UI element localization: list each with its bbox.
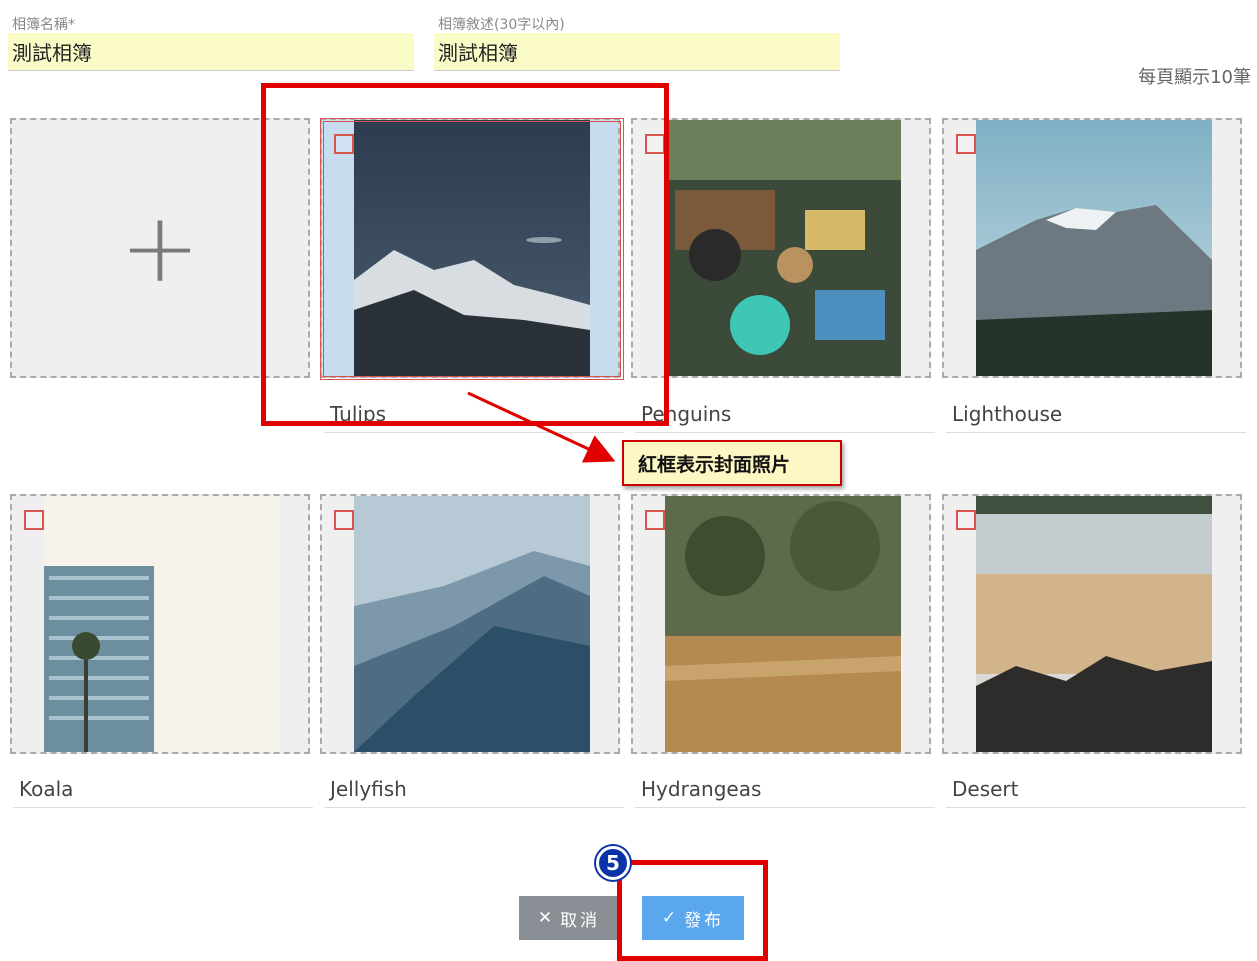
- select-checkbox[interactable]: [956, 134, 976, 154]
- photo-floating-market: [665, 120, 901, 376]
- photo-misty-mountains: [354, 496, 590, 752]
- photo-card-desert[interactable]: [942, 494, 1242, 754]
- select-checkbox[interactable]: [956, 510, 976, 530]
- photo-caption: Hydrangeas: [635, 777, 935, 808]
- photo-card-tulips[interactable]: [320, 118, 620, 378]
- photo-card-jellyfish[interactable]: [320, 494, 620, 754]
- per-page-indicator: 每頁顯示10筆: [1138, 67, 1251, 88]
- photo-card-penguins[interactable]: [631, 118, 931, 378]
- photo-building: [44, 496, 280, 752]
- album-description-input[interactable]: 測試相簿: [434, 33, 840, 71]
- select-checkbox[interactable]: [645, 510, 665, 530]
- album-name-label: 相簿名稱*: [12, 17, 75, 33]
- cancel-button-label: 取消: [560, 910, 601, 931]
- close-icon: ✕: [537, 908, 553, 928]
- select-checkbox[interactable]: [645, 134, 665, 154]
- cancel-button[interactable]: ✕ 取消: [519, 896, 619, 940]
- photo-mountain-night: [354, 120, 590, 376]
- photo-beach-rocks: [976, 496, 1212, 752]
- step-number-badge: 5: [596, 846, 630, 880]
- publish-button-label: 發布: [684, 910, 725, 931]
- photo-caption: Lighthouse: [946, 402, 1246, 433]
- check-icon: ✓: [661, 908, 677, 928]
- publish-button[interactable]: ✓ 發布: [642, 896, 744, 940]
- plus-icon: +: [119, 192, 201, 304]
- photo-caption: Penguins: [635, 402, 935, 433]
- photo-caption: Jellyfish: [324, 777, 624, 808]
- select-checkbox[interactable]: [24, 510, 44, 530]
- photo-card-koala[interactable]: [10, 494, 310, 754]
- photo-caption: Koala: [13, 777, 313, 808]
- select-checkbox[interactable]: [334, 510, 354, 530]
- select-checkbox[interactable]: [334, 134, 354, 154]
- album-name-input[interactable]: 測試相簿: [8, 33, 414, 71]
- photo-caption: Desert: [946, 777, 1246, 808]
- add-photo-button[interactable]: +: [10, 118, 310, 378]
- photo-card-lighthouse[interactable]: [942, 118, 1242, 378]
- annotation-callout: 紅框表示封面照片: [622, 440, 842, 486]
- photo-grass-field: [665, 496, 901, 752]
- annotation-arrow: [467, 391, 616, 463]
- photo-snowy-mountain: [976, 120, 1212, 376]
- photo-card-hydrangeas[interactable]: [631, 494, 931, 754]
- album-description-label: 相簿敘述(30字以內): [438, 17, 565, 33]
